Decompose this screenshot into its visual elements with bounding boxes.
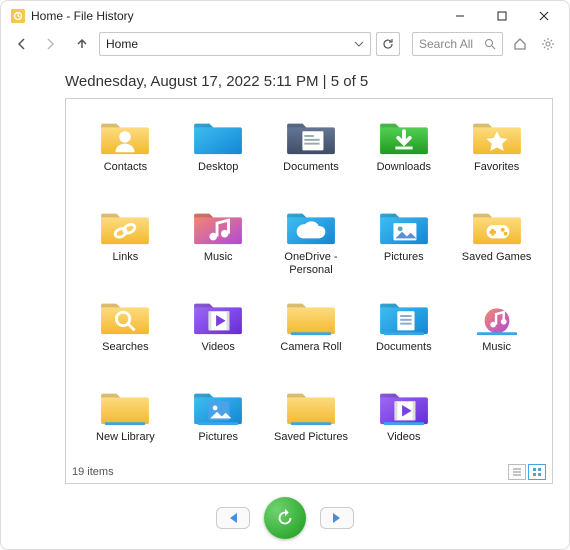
- folder-item[interactable]: Saved Pictures: [266, 383, 357, 459]
- folder-item[interactable]: Music: [173, 203, 264, 287]
- item-label: OneDrive - Personal: [270, 251, 352, 277]
- up-button[interactable]: [71, 33, 93, 55]
- minimize-button[interactable]: [439, 2, 481, 30]
- next-version-button[interactable]: [320, 507, 354, 529]
- home-icon-button[interactable]: [509, 33, 531, 55]
- videos-icon: [190, 293, 246, 339]
- status-bar: 19 items: [66, 461, 552, 483]
- window-title-text: Home - File History: [31, 9, 134, 23]
- games-icon: [469, 203, 525, 249]
- search-placeholder: Search All: [419, 37, 484, 51]
- lib-plain-icon: [283, 293, 339, 339]
- refresh-button[interactable]: [376, 32, 400, 56]
- search-icon: [484, 38, 496, 50]
- folder-item[interactable]: Pictures: [358, 203, 449, 287]
- item-count: 19 items: [72, 466, 114, 478]
- lib-plain-icon: [97, 383, 153, 429]
- item-label: Music: [204, 251, 233, 264]
- details-view-button[interactable]: [508, 464, 526, 480]
- item-label: Videos: [201, 341, 234, 354]
- folder-item[interactable]: New Library: [80, 383, 171, 459]
- folder-item[interactable]: Searches: [80, 293, 171, 377]
- folder-item[interactable]: Videos: [173, 293, 264, 377]
- music-icon: [190, 203, 246, 249]
- maximize-button[interactable]: [481, 2, 523, 30]
- folder-item[interactable]: Favorites: [451, 113, 542, 197]
- item-label: Favorites: [474, 161, 519, 174]
- toolbar: Home Search All: [1, 31, 569, 63]
- settings-gear-button[interactable]: [537, 33, 559, 55]
- item-label: Saved Pictures: [274, 431, 348, 444]
- restore-button[interactable]: [264, 497, 306, 539]
- contacts-icon: [97, 113, 153, 159]
- item-label: Camera Roll: [280, 341, 341, 354]
- documents-icon: [376, 293, 432, 339]
- search-icon: [97, 293, 153, 339]
- item-label: Music: [482, 341, 511, 354]
- folder-item[interactable]: Downloads: [358, 113, 449, 197]
- folder-item[interactable]: Links: [80, 203, 171, 287]
- folder-item[interactable]: Desktop: [173, 113, 264, 197]
- app-icon: [11, 9, 25, 23]
- pictures-icon: [190, 383, 246, 429]
- icons-view-button[interactable]: [528, 464, 546, 480]
- folder-item[interactable]: Videos: [358, 383, 449, 459]
- folder-item[interactable]: Contacts: [80, 113, 171, 197]
- links-icon: [97, 203, 153, 249]
- content-panel: Contacts Desktop Documents Downloads Favorit…: [65, 98, 553, 484]
- videos-icon: [376, 383, 432, 429]
- item-label: Documents: [376, 341, 432, 354]
- item-label: Downloads: [377, 161, 431, 174]
- previous-version-button[interactable]: [216, 507, 250, 529]
- history-controls: [1, 497, 569, 539]
- window-title: Home - File History: [11, 9, 439, 23]
- pictures-icon: [376, 203, 432, 249]
- lib-plain-icon: [283, 383, 339, 429]
- item-label: New Library: [96, 431, 155, 444]
- folder-item[interactable]: Documents: [266, 113, 357, 197]
- back-button[interactable]: [11, 33, 33, 55]
- item-label: Pictures: [198, 431, 238, 444]
- folder-item[interactable]: Pictures: [173, 383, 264, 459]
- search-input[interactable]: Search All: [412, 32, 503, 56]
- item-label: Links: [113, 251, 139, 264]
- address-bar[interactable]: Home: [99, 32, 371, 56]
- folder-item[interactable]: Documents: [358, 293, 449, 377]
- item-label: Videos: [387, 431, 420, 444]
- address-text: Home: [106, 37, 138, 51]
- forward-button[interactable]: [39, 33, 61, 55]
- close-button[interactable]: [523, 2, 565, 30]
- item-label: Searches: [102, 341, 148, 354]
- item-label: Saved Games: [462, 251, 532, 264]
- folder-item[interactable]: Saved Games: [451, 203, 542, 287]
- folder-item[interactable]: Camera Roll: [266, 293, 357, 377]
- music-icon: [469, 293, 525, 339]
- snapshot-timestamp: Wednesday, August 17, 2022 5:11 PM | 5 o…: [1, 63, 569, 94]
- chevron-down-icon[interactable]: [354, 39, 364, 49]
- title-bar: Home - File History: [1, 1, 569, 31]
- onedrive-icon: [283, 203, 339, 249]
- desktop-icon: [190, 113, 246, 159]
- item-label: Documents: [283, 161, 339, 174]
- downloads-icon: [376, 113, 432, 159]
- folder-item[interactable]: Music: [451, 293, 542, 377]
- item-label: Desktop: [198, 161, 238, 174]
- favorites-icon: [469, 113, 525, 159]
- item-label: Contacts: [104, 161, 147, 174]
- item-label: Pictures: [384, 251, 424, 264]
- documents-icon: [283, 113, 339, 159]
- folder-item[interactable]: OneDrive - Personal: [266, 203, 357, 287]
- items-grid: Contacts Desktop Documents Downloads Favorit…: [66, 99, 552, 459]
